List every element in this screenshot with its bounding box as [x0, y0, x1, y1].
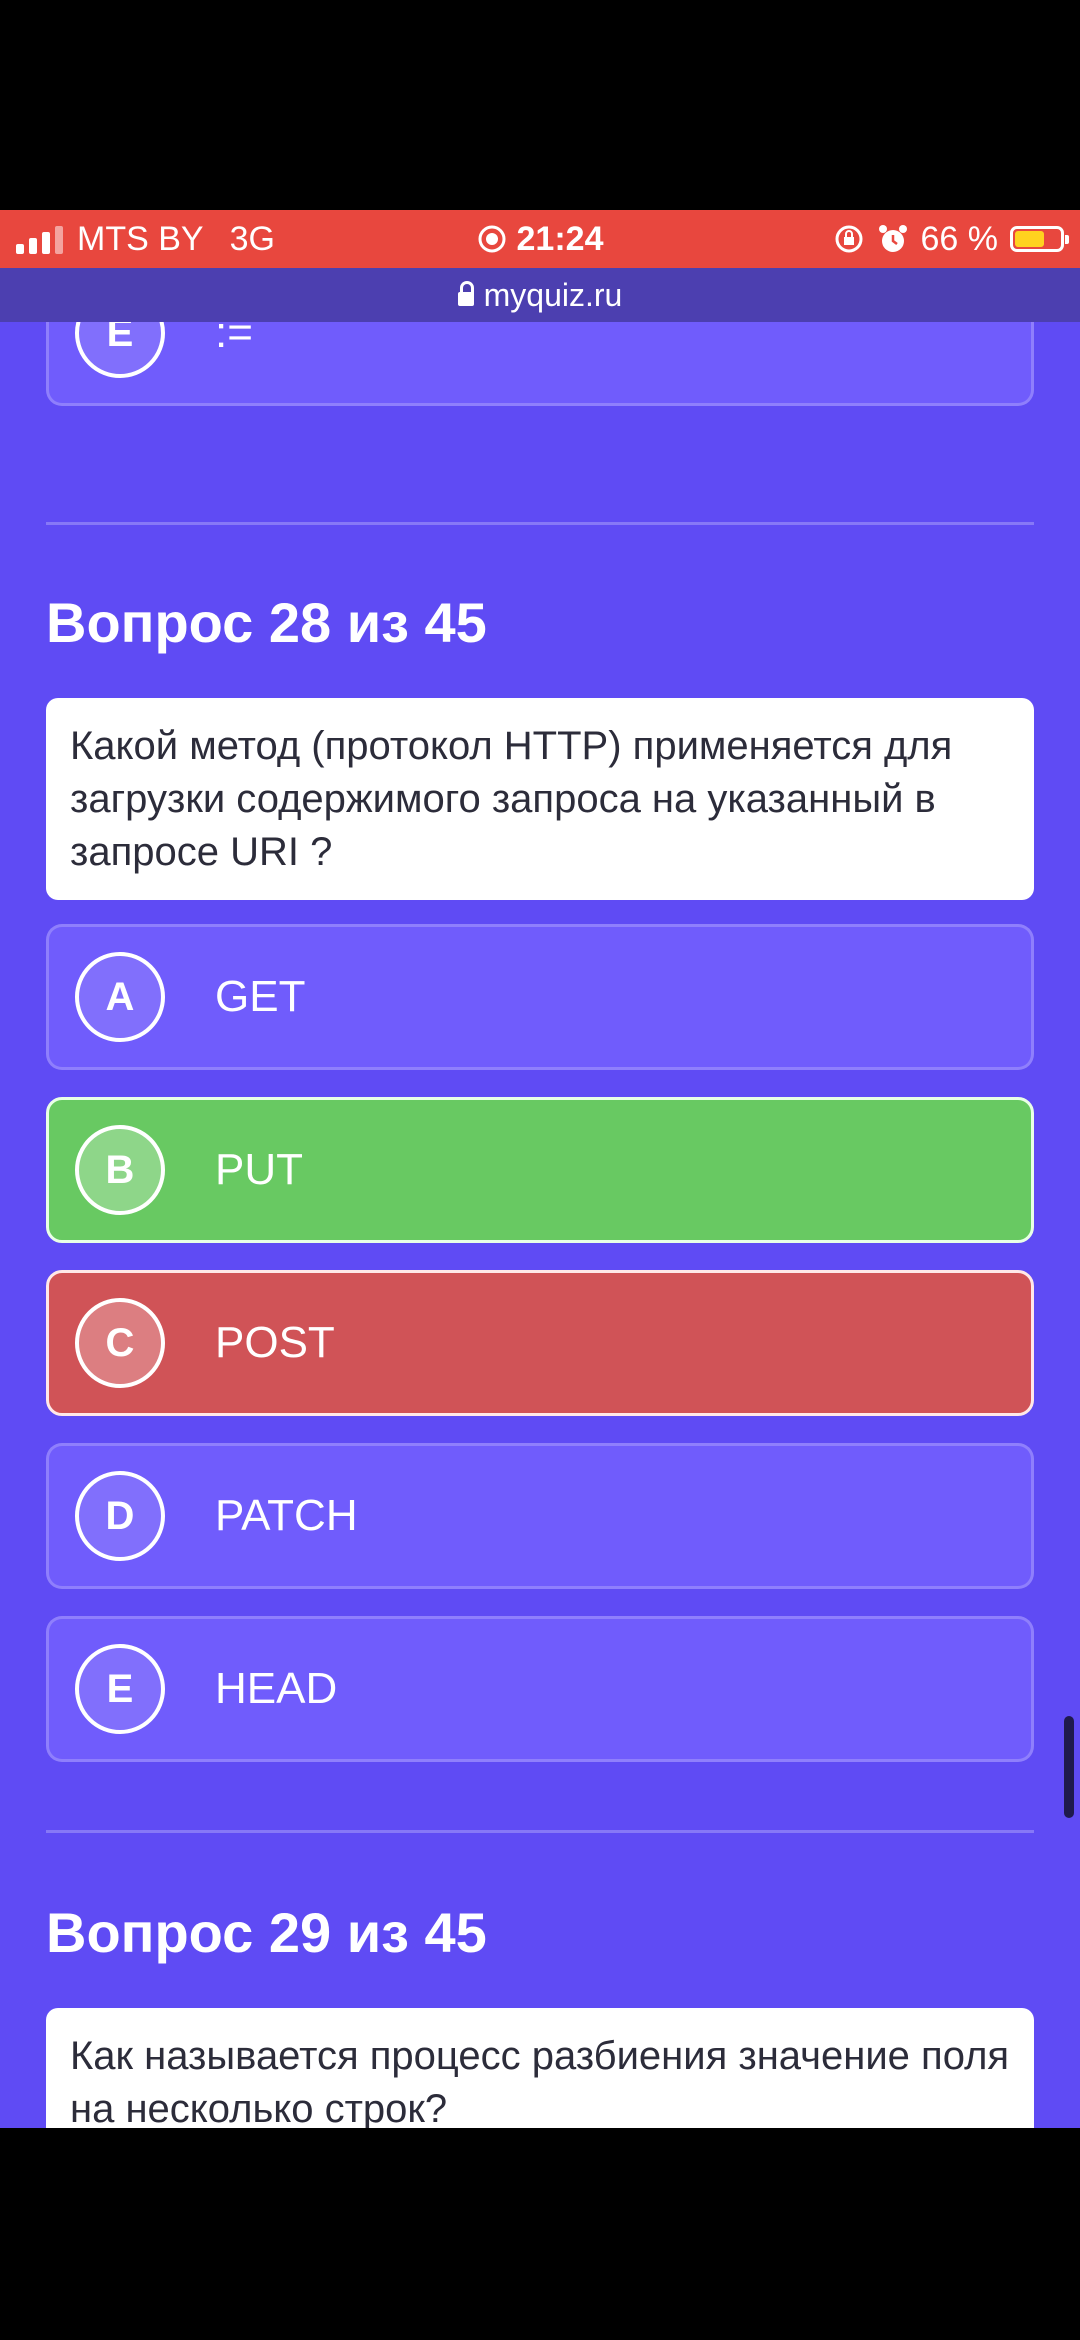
question-28-card: Какой метод (протокол HTTP) применяется … [46, 698, 1034, 900]
option-b[interactable]: B PUT [46, 1097, 1034, 1243]
question-29-text: Как называется процесс разбиения значени… [70, 2034, 1010, 2128]
url-bar[interactable]: myquiz.ru [0, 268, 1080, 322]
option-text: PATCH [215, 1491, 358, 1540]
phone-screen: MTS BY 3G 21:24 66 % myquiz.ru E := Вопр… [0, 0, 1080, 2340]
option-d[interactable]: D PATCH [46, 1443, 1034, 1589]
lock-icon [457, 281, 474, 306]
battery-percent: 66 % [920, 219, 999, 258]
option-text: PUT [215, 1145, 303, 1194]
option-letter: C [75, 1298, 165, 1388]
option-letter: E [75, 1644, 165, 1734]
quiz-content[interactable]: E := Вопрос 28 из 45 Какой метод (проток… [0, 322, 1080, 2128]
question-28-heading: Вопрос 28 из 45 [46, 591, 487, 654]
option-letter: B [75, 1125, 165, 1215]
url-text: myquiz.ru [483, 276, 623, 313]
alarm-icon [878, 225, 907, 252]
prev-option-e[interactable]: E := [46, 322, 1034, 406]
question-divider [46, 1830, 1034, 1833]
option-text: HEAD [215, 1664, 338, 1713]
status-right: 66 % [833, 219, 1069, 259]
clock: 21:24 [516, 219, 604, 258]
question-28-text: Какой метод (протокол HTTP) применяется … [70, 724, 953, 874]
option-a[interactable]: A GET [46, 924, 1034, 1070]
option-e[interactable]: E HEAD [46, 1616, 1034, 1762]
option-text: GET [215, 972, 306, 1021]
battery-icon [1010, 226, 1069, 252]
question-divider [46, 522, 1034, 525]
option-letter: A [75, 952, 165, 1042]
option-text: POST [215, 1318, 335, 1367]
option-c[interactable]: C POST [46, 1270, 1034, 1416]
option-text: := [215, 322, 253, 357]
question-29-card: Как называется процесс разбиения значени… [46, 2008, 1034, 2128]
question-29-heading: Вопрос 29 из 45 [46, 1901, 487, 1964]
rotation-lock-icon [835, 225, 862, 253]
record-icon [478, 225, 506, 253]
status-bar: MTS BY 3G 21:24 66 % [0, 210, 1080, 268]
scrollbar[interactable] [1064, 1716, 1074, 1818]
option-letter: E [75, 322, 165, 378]
battery-fill [1015, 231, 1044, 247]
option-letter: D [75, 1471, 165, 1561]
